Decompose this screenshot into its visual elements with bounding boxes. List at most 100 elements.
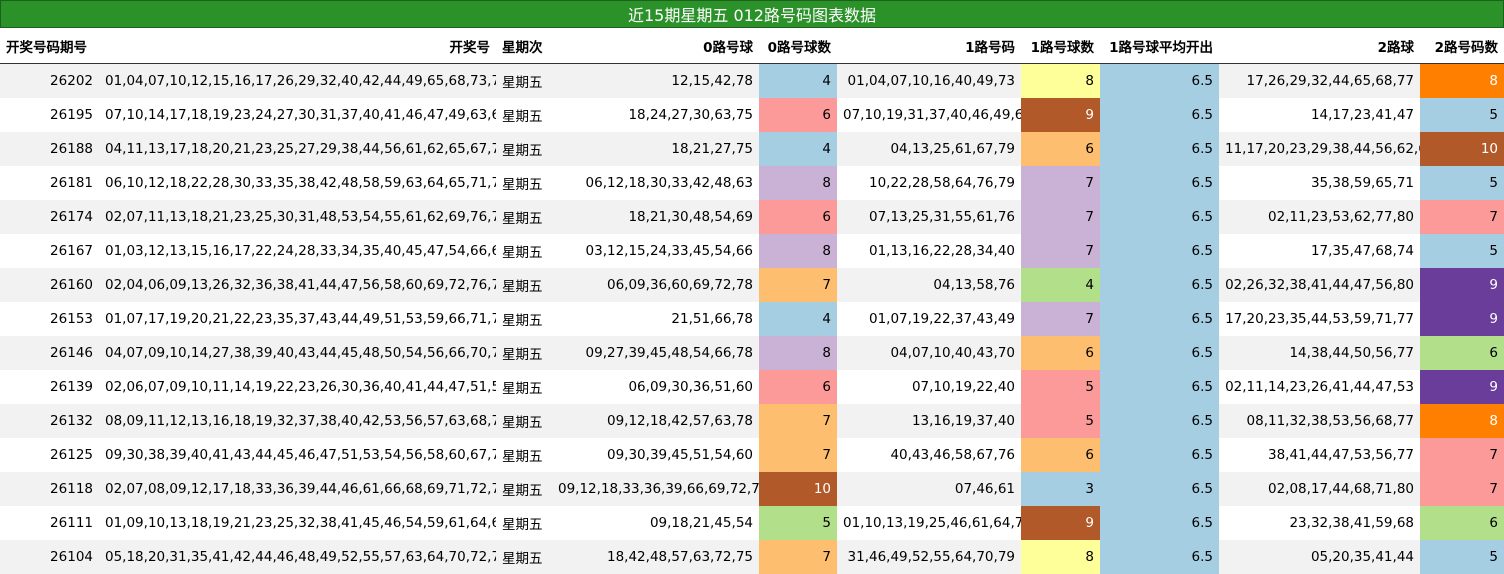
route1-numbers-cell: 01,13,16,22,28,34,40 bbox=[837, 234, 1021, 268]
route2-numbers-cell: 02,08,17,44,68,71,80 bbox=[1219, 472, 1420, 506]
route0-count-cell: 7 bbox=[759, 268, 837, 302]
table-row: 26146 04,07,09,10,14,27,38,39,40,43,44,45… bbox=[0, 336, 1504, 370]
table-header-row: 开奖号码期号 开奖号 星期次 0路号球 0路号球数 1路号码 1路号球数 1路号… bbox=[0, 28, 1504, 64]
route1-numbers-cell: 04,13,58,76 bbox=[837, 268, 1021, 302]
route1-average-cell: 6.5 bbox=[1100, 540, 1219, 574]
period-cell: 26153 bbox=[0, 302, 99, 336]
route1-count-cell: 7 bbox=[1021, 302, 1100, 336]
data-table: 开奖号码期号 开奖号 星期次 0路号球 0路号球数 1路号码 1路号球数 1路号… bbox=[0, 28, 1504, 574]
route1-count-cell: 7 bbox=[1021, 234, 1100, 268]
period-cell: 26181 bbox=[0, 166, 99, 200]
route2-count-cell: 7 bbox=[1420, 438, 1504, 472]
route2-count-cell: 5 bbox=[1420, 98, 1504, 132]
numbers-cell: 04,07,09,10,14,27,38,39,40,43,44,45,48,5… bbox=[99, 336, 496, 370]
route1-count-cell: 8 bbox=[1021, 63, 1100, 98]
route1-average-cell: 6.5 bbox=[1100, 336, 1219, 370]
route1-count-cell: 6 bbox=[1021, 132, 1100, 166]
weekday-cell: 星期五 bbox=[496, 404, 552, 438]
numbers-cell: 02,07,11,13,18,21,23,25,30,31,48,53,54,5… bbox=[99, 200, 496, 234]
route1-average-cell: 6.5 bbox=[1100, 404, 1219, 438]
header-route2-count[interactable]: 2路号码数 bbox=[1420, 28, 1504, 64]
weekday-cell: 星期五 bbox=[496, 98, 552, 132]
period-cell: 26195 bbox=[0, 98, 99, 132]
weekday-cell: 星期五 bbox=[496, 540, 552, 574]
route0-numbers-cell: 09,27,39,45,48,54,66,78 bbox=[552, 336, 759, 370]
route0-count-cell: 5 bbox=[759, 506, 837, 540]
route2-numbers-cell: 17,26,29,32,44,65,68,77 bbox=[1219, 63, 1420, 98]
route0-count-cell: 8 bbox=[759, 336, 837, 370]
route0-numbers-cell: 06,09,30,36,51,60 bbox=[552, 370, 759, 404]
header-route0-numbers[interactable]: 0路号球 bbox=[552, 28, 759, 64]
numbers-cell: 01,03,12,13,15,16,17,22,24,28,33,34,35,4… bbox=[99, 234, 496, 268]
period-cell: 26188 bbox=[0, 132, 99, 166]
numbers-cell: 04,11,13,17,18,20,21,23,25,27,29,38,44,5… bbox=[99, 132, 496, 166]
route2-count-cell: 9 bbox=[1420, 302, 1504, 336]
period-cell: 26111 bbox=[0, 506, 99, 540]
period-cell: 26146 bbox=[0, 336, 99, 370]
header-route0-count[interactable]: 0路号球数 bbox=[759, 28, 837, 64]
route1-average-cell: 6.5 bbox=[1100, 132, 1219, 166]
header-route2-numbers[interactable]: 2路球 bbox=[1219, 28, 1420, 64]
route1-average-cell: 6.5 bbox=[1100, 63, 1219, 98]
route1-count-cell: 5 bbox=[1021, 404, 1100, 438]
weekday-cell: 星期五 bbox=[496, 472, 552, 506]
route1-count-cell: 5 bbox=[1021, 370, 1100, 404]
header-route1-count[interactable]: 1路号球数 bbox=[1021, 28, 1100, 64]
route1-numbers-cell: 04,07,10,40,43,70 bbox=[837, 336, 1021, 370]
weekday-cell: 星期五 bbox=[496, 506, 552, 540]
route0-numbers-cell: 09,12,18,33,36,39,66,69,72,75 bbox=[552, 472, 759, 506]
weekday-cell: 星期五 bbox=[496, 336, 552, 370]
route1-average-cell: 6.5 bbox=[1100, 472, 1219, 506]
route0-count-cell: 6 bbox=[759, 98, 837, 132]
header-route1-average[interactable]: 1路号球平均开出 bbox=[1100, 28, 1219, 64]
period-cell: 26174 bbox=[0, 200, 99, 234]
table-row: 26153 01,07,17,19,20,21,22,23,35,37,43,44… bbox=[0, 302, 1504, 336]
route0-numbers-cell: 12,15,42,78 bbox=[552, 63, 759, 98]
period-cell: 26160 bbox=[0, 268, 99, 302]
route2-numbers-cell: 14,38,44,50,56,77 bbox=[1219, 336, 1420, 370]
header-route1-numbers[interactable]: 1路号码 bbox=[837, 28, 1021, 64]
route1-numbers-cell: 01,04,07,10,16,40,49,73 bbox=[837, 63, 1021, 98]
route2-count-cell: 8 bbox=[1420, 63, 1504, 98]
route0-count-cell: 7 bbox=[759, 438, 837, 472]
numbers-cell: 02,07,08,09,12,17,18,33,36,39,44,46,61,6… bbox=[99, 472, 496, 506]
route1-count-cell: 7 bbox=[1021, 200, 1100, 234]
numbers-cell: 06,10,12,18,22,28,30,33,35,38,42,48,58,5… bbox=[99, 166, 496, 200]
route1-average-cell: 6.5 bbox=[1100, 200, 1219, 234]
route1-average-cell: 6.5 bbox=[1100, 506, 1219, 540]
route2-numbers-cell: 02,11,14,23,26,41,44,47,53 bbox=[1219, 370, 1420, 404]
route2-numbers-cell: 35,38,59,65,71 bbox=[1219, 166, 1420, 200]
table-row: 26188 04,11,13,17,18,20,21,23,25,27,29,38… bbox=[0, 132, 1504, 166]
table-row: 26202 01,04,07,10,12,15,16,17,26,29,32,40… bbox=[0, 63, 1504, 98]
route1-numbers-cell: 04,13,25,61,67,79 bbox=[837, 132, 1021, 166]
header-numbers[interactable]: 开奖号 bbox=[99, 28, 496, 64]
period-cell: 26132 bbox=[0, 404, 99, 438]
route0-numbers-cell: 09,12,18,42,57,63,78 bbox=[552, 404, 759, 438]
route0-count-cell: 7 bbox=[759, 540, 837, 574]
period-cell: 26118 bbox=[0, 472, 99, 506]
route2-numbers-cell: 14,17,23,41,47 bbox=[1219, 98, 1420, 132]
route1-average-cell: 6.5 bbox=[1100, 302, 1219, 336]
route2-numbers-cell: 08,11,32,38,53,56,68,77 bbox=[1219, 404, 1420, 438]
route2-count-cell: 9 bbox=[1420, 268, 1504, 302]
weekday-cell: 星期五 bbox=[496, 370, 552, 404]
route0-numbers-cell: 18,24,27,30,63,75 bbox=[552, 98, 759, 132]
period-cell: 26167 bbox=[0, 234, 99, 268]
route1-count-cell: 3 bbox=[1021, 472, 1100, 506]
route1-numbers-cell: 01,10,13,19,25,46,61,64,79 bbox=[837, 506, 1021, 540]
route0-count-cell: 6 bbox=[759, 370, 837, 404]
weekday-cell: 星期五 bbox=[496, 268, 552, 302]
header-period[interactable]: 开奖号码期号 bbox=[0, 28, 99, 64]
route1-numbers-cell: 10,22,28,58,64,76,79 bbox=[837, 166, 1021, 200]
table-body: 26202 01,04,07,10,12,15,16,17,26,29,32,40… bbox=[0, 63, 1504, 574]
route0-count-cell: 8 bbox=[759, 166, 837, 200]
route1-average-cell: 6.5 bbox=[1100, 98, 1219, 132]
numbers-cell: 05,18,20,31,35,41,42,44,46,48,49,52,55,5… bbox=[99, 540, 496, 574]
table-row: 26125 09,30,38,39,40,41,43,44,45,46,47,51… bbox=[0, 438, 1504, 472]
route1-count-cell: 6 bbox=[1021, 438, 1100, 472]
route1-average-cell: 6.5 bbox=[1100, 268, 1219, 302]
route0-count-cell: 4 bbox=[759, 63, 837, 98]
route0-count-cell: 7 bbox=[759, 404, 837, 438]
header-weekday[interactable]: 星期次 bbox=[496, 28, 552, 64]
route1-numbers-cell: 01,07,19,22,37,43,49 bbox=[837, 302, 1021, 336]
